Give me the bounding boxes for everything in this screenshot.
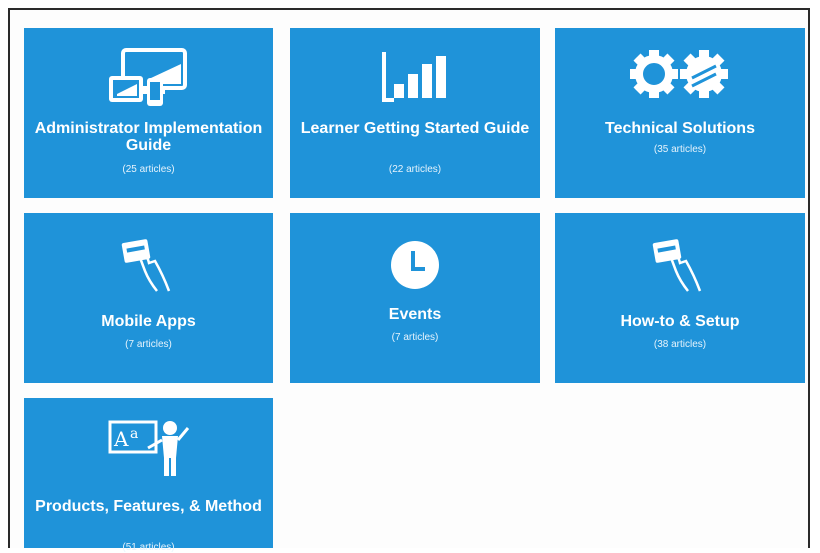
category-title: Learner Getting Started Guide <box>300 120 530 137</box>
hand-card-icon <box>650 235 710 295</box>
article-count: (7 articles) <box>125 339 172 350</box>
article-count: (35 articles) <box>653 144 707 155</box>
category-title: Technical Solutions <box>605 120 755 137</box>
category-tile-products-features-method[interactable]: A a Products, Features, & Method (51 art… <box>24 398 273 553</box>
article-count: (22 articles) <box>388 164 442 175</box>
category-tile-events[interactable]: Events (7 articles) <box>290 213 540 383</box>
category-title: Administrator Implementation Guide <box>34 120 263 154</box>
gears-icon <box>628 50 732 98</box>
svg-text:a: a <box>130 426 138 442</box>
category-tile-technical-solutions[interactable]: Technical Solutions (35 articles) <box>555 28 805 198</box>
category-tile-mobile-apps[interactable]: Mobile Apps (7 articles) <box>24 213 273 383</box>
presenter-icon: A a <box>108 418 190 478</box>
article-count: (7 articles) <box>391 332 439 343</box>
category-tile-learner-getting-started-guide[interactable]: Learner Getting Started Guide (22 articl… <box>290 28 540 198</box>
category-tile-administrator-implementation-guide[interactable]: Administrator Implementation Guide (25 a… <box>24 28 273 198</box>
devices-icon <box>103 48 195 108</box>
category-tile-how-to-setup[interactable]: How-to & Setup (38 articles) <box>555 213 805 383</box>
category-title: How-to & Setup <box>620 313 740 330</box>
svg-text:A: A <box>113 427 129 451</box>
article-count: (38 articles) <box>653 339 707 350</box>
clock-icon <box>389 239 441 291</box>
bar-chart-icon <box>380 50 450 106</box>
article-count: (25 articles) <box>122 164 175 175</box>
category-title: Mobile Apps <box>101 313 196 330</box>
category-title: Products, Features, & Method <box>35 498 262 515</box>
hand-card-icon <box>119 235 179 295</box>
category-title: Events <box>388 306 442 323</box>
